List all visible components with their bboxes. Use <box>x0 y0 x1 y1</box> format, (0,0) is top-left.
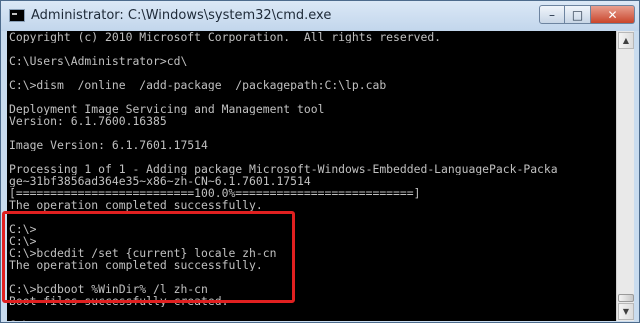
scroll-down-arrow-icon[interactable]: ▼ <box>618 303 634 320</box>
window-controls: – □ ✕ <box>539 5 635 24</box>
console-line: [==========================100.0%=======… <box>9 187 421 199</box>
console-line: C:\Users\Administrator>cd\ <box>9 55 188 67</box>
console-line: Processing 1 of 1 - Adding package Micro… <box>9 163 558 175</box>
vertical-scrollbar[interactable]: ▲ ▼ <box>616 31 634 321</box>
scroll-up-arrow-icon[interactable]: ▲ <box>618 32 634 49</box>
title-bar[interactable]: Administrator: C:\Windows\system32\cmd.e… <box>1 1 639 31</box>
console-line: The operation completed successfully. <box>9 199 263 211</box>
console-line: Version: 6.1.7600.16385 <box>9 115 167 127</box>
window-title: Administrator: C:\Windows\system32\cmd.e… <box>31 8 332 23</box>
minimize-button[interactable]: – <box>539 5 565 24</box>
console-line: Image Version: 6.1.7601.17514 <box>9 139 208 151</box>
cmd-icon[interactable] <box>9 9 25 22</box>
console-line: ge~31bf3856ad364e35~x86~zh-CN~6.1.7601.1… <box>9 175 311 187</box>
console-line: C:\>dism /online /add-package /packagepa… <box>9 79 387 91</box>
console-line: Deployment Image Servicing and Managemen… <box>9 103 325 115</box>
console-line: Copyright (c) 2010 Microsoft Corporation… <box>9 31 442 43</box>
console-line: C:\> <box>9 319 616 321</box>
close-button[interactable]: ✕ <box>591 5 635 24</box>
maximize-button[interactable]: □ <box>565 5 591 24</box>
scroll-thumb[interactable] <box>618 294 634 302</box>
red-highlight-box <box>2 211 295 303</box>
